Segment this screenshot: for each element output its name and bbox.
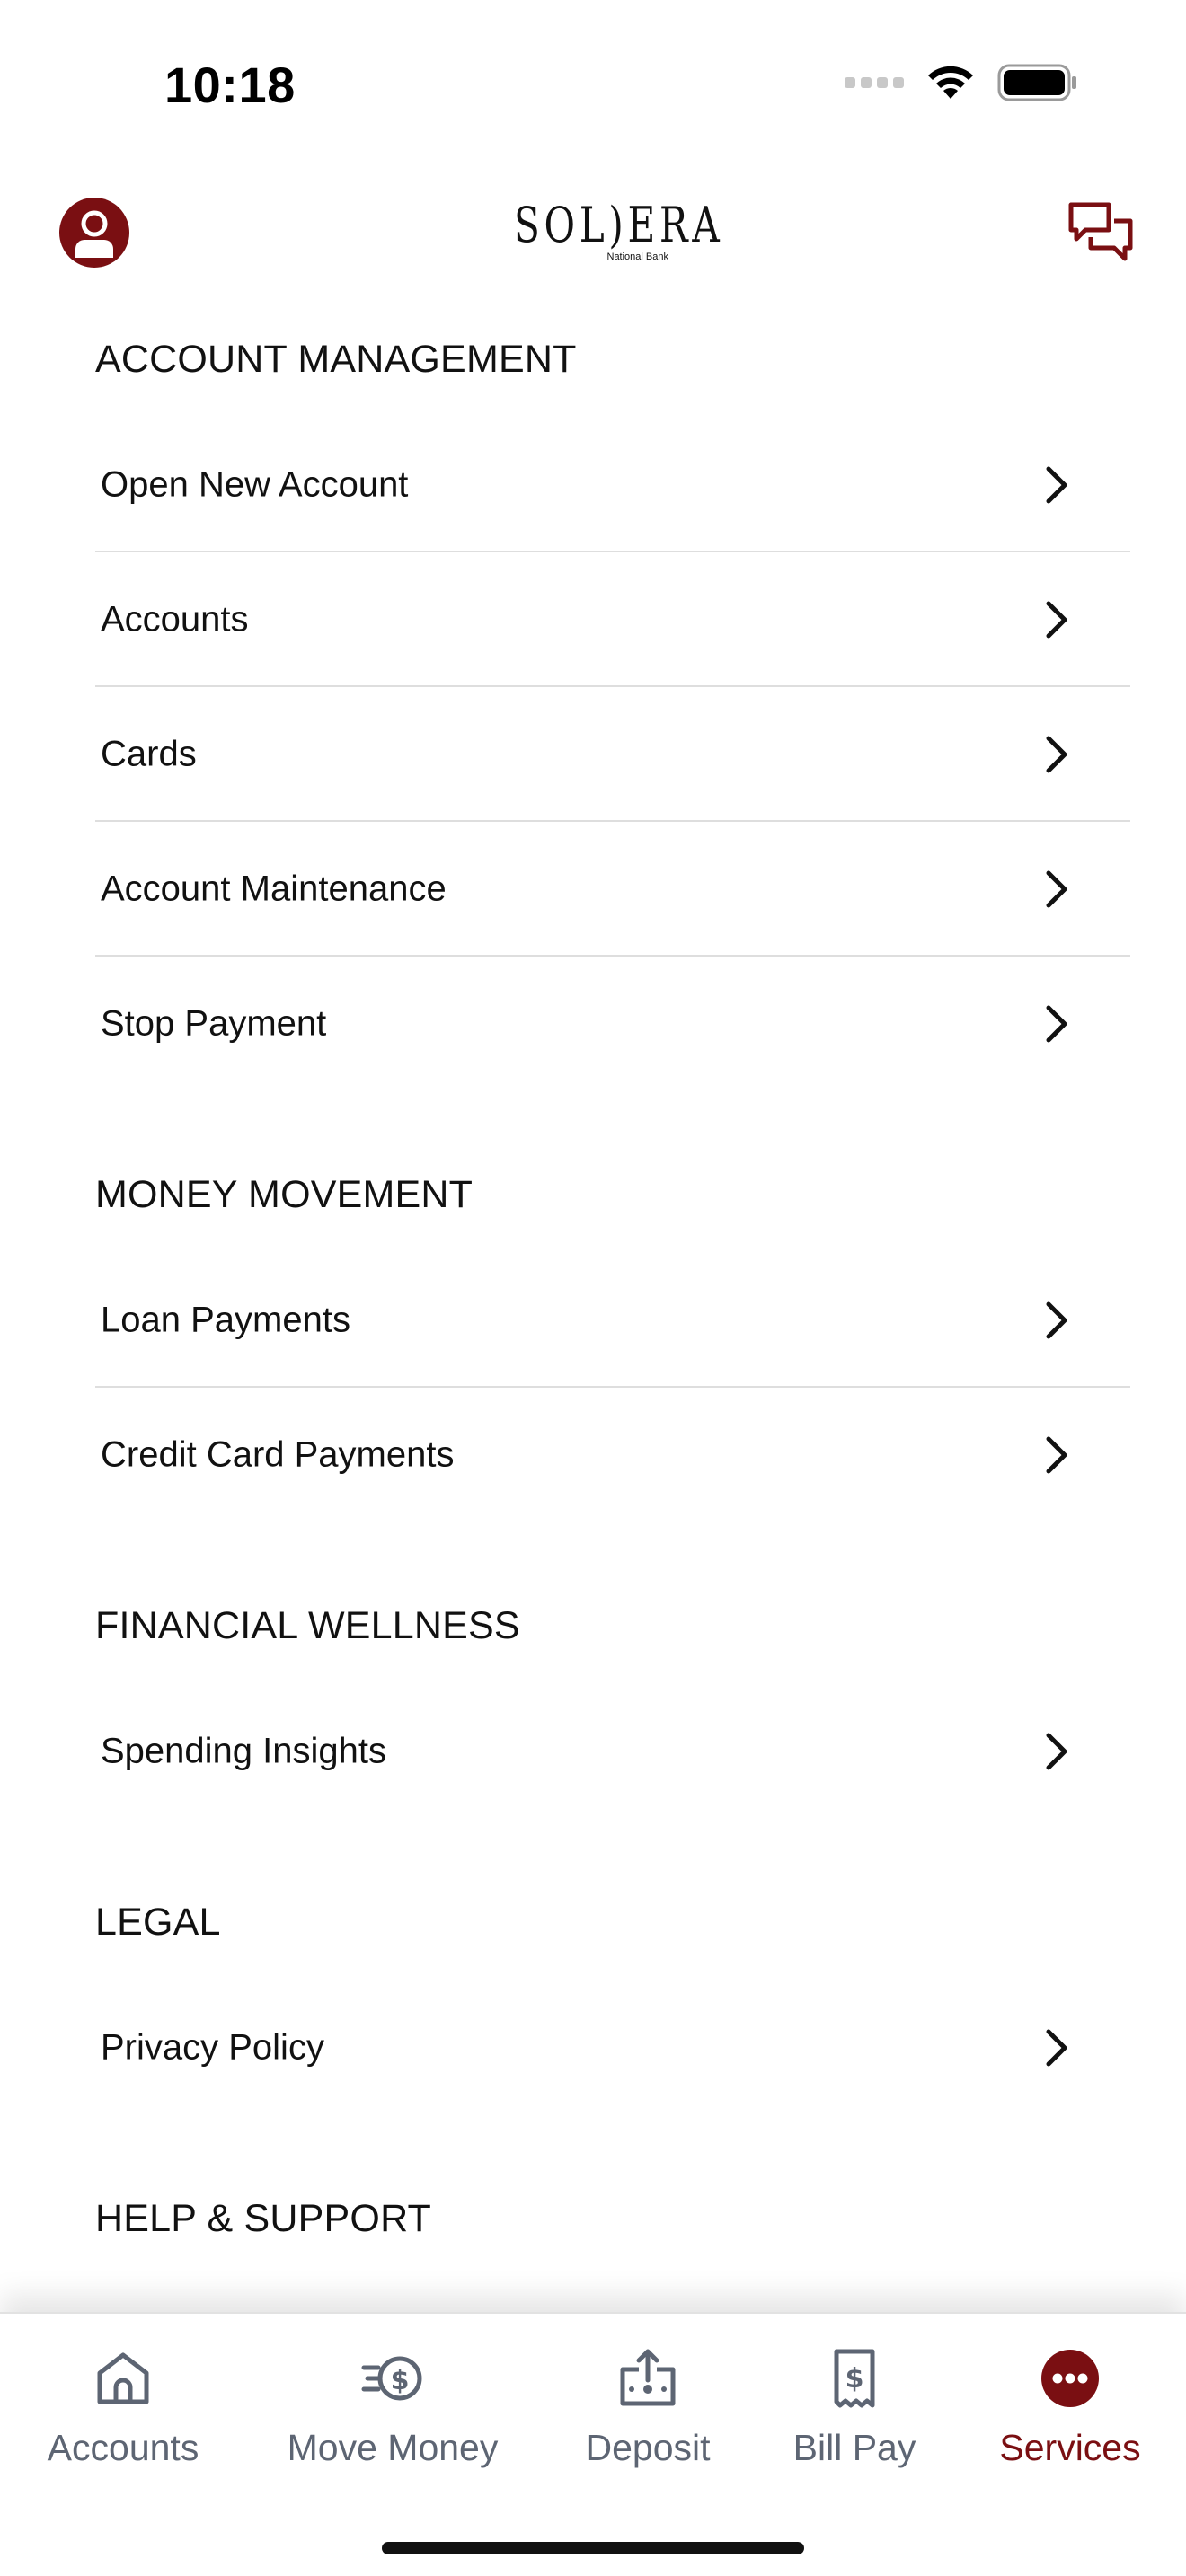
more-dots-icon	[1041, 2350, 1099, 2407]
list-item-label: Account Maintenance	[101, 869, 447, 909]
list-item-label: Loan Payments	[101, 1300, 350, 1340]
list-item-label: Cards	[101, 734, 197, 774]
list-item-privacy-policy[interactable]: Privacy Policy	[95, 1981, 1130, 2115]
status-time: 10:18	[164, 57, 296, 113]
bank-logo: SOL)ERA National Bank	[514, 197, 724, 266]
svg-text:$: $	[391, 2365, 410, 2396]
list-item-label: Stop Payment	[101, 1003, 327, 1044]
bottom-tab-bar: Accounts $ Move Money Deposit $ Bill Pay	[0, 2312, 1186, 2576]
battery-icon	[997, 64, 1076, 101]
list-item-label: Spending Insights	[101, 1731, 387, 1771]
tab-label: Move Money	[287, 2427, 499, 2468]
check-deposit-icon	[620, 2349, 676, 2406]
cellular-signal-icon	[845, 77, 904, 88]
list-item-label: Credit Card Payments	[101, 1434, 455, 1475]
chevron-right-icon	[1046, 870, 1067, 908]
wifi-icon	[928, 66, 973, 99]
logo-text: SOL)ERA	[514, 197, 724, 253]
list-item-account-maintenance[interactable]: Account Maintenance	[95, 822, 1130, 957]
section-title-money-movement: MONEY MOVEMENT	[95, 1173, 474, 1216]
svg-text:$: $	[845, 2363, 864, 2395]
tab-deposit[interactable]: Deposit	[535, 2346, 760, 2481]
list-item-credit-card-payments[interactable]: Credit Card Payments	[95, 1388, 1130, 1522]
tab-move-money[interactable]: $ Move Money	[280, 2346, 505, 2481]
tab-label: Bill Pay	[792, 2427, 916, 2468]
list-item-open-new-account[interactable]: Open New Account	[95, 418, 1130, 552]
section-title-help-support: HELP & SUPPORT	[95, 2197, 432, 2240]
home-icon	[97, 2352, 149, 2404]
tab-label: Deposit	[585, 2427, 711, 2468]
list-item-label: Open New Account	[101, 464, 409, 505]
chevron-right-icon	[1046, 1733, 1067, 1770]
logo-subtitle: National Bank	[606, 251, 669, 262]
list-item-cards[interactable]: Cards	[95, 687, 1130, 822]
list-item-label: Privacy Policy	[101, 2027, 324, 2068]
section-title-legal: LEGAL	[95, 1901, 221, 1944]
tab-label: Services	[999, 2427, 1141, 2468]
tab-bill-pay[interactable]: $ Bill Pay	[742, 2346, 967, 2481]
chevron-right-icon	[1046, 466, 1067, 504]
section-title-financial-wellness: FINANCIAL WELLNESS	[95, 1604, 520, 1647]
app-header: SOL)ERA National Bank	[0, 180, 1186, 287]
chevron-right-icon	[1046, 1005, 1067, 1043]
bill-receipt-icon: $	[834, 2349, 875, 2408]
chevron-right-icon	[1046, 2029, 1067, 2067]
home-indicator	[382, 2542, 804, 2554]
user-icon	[75, 210, 113, 258]
list-item-spending-insights[interactable]: Spending Insights	[95, 1684, 1130, 1819]
list-item-loan-payments[interactable]: Loan Payments	[95, 1253, 1130, 1388]
chevron-right-icon	[1046, 1301, 1067, 1339]
profile-avatar[interactable]	[59, 198, 129, 268]
chevron-right-icon	[1046, 1436, 1067, 1474]
list-item-stop-payment[interactable]: Stop Payment	[95, 957, 1130, 1091]
chat-bubbles-icon[interactable]	[1067, 199, 1134, 266]
tab-accounts[interactable]: Accounts	[11, 2346, 235, 2481]
tab-services[interactable]: Services	[958, 2346, 1182, 2481]
status-bar: 10:18	[0, 0, 1186, 171]
tab-label: Accounts	[47, 2427, 199, 2468]
transfer-dollar-icon: $	[361, 2356, 422, 2401]
list-item-accounts[interactable]: Accounts	[95, 552, 1130, 687]
list-item-label: Accounts	[101, 599, 249, 640]
chevron-right-icon	[1046, 601, 1067, 639]
section-title-account-management: ACCOUNT MANAGEMENT	[95, 338, 577, 381]
chevron-right-icon	[1046, 736, 1067, 773]
status-indicators	[845, 63, 1078, 102]
